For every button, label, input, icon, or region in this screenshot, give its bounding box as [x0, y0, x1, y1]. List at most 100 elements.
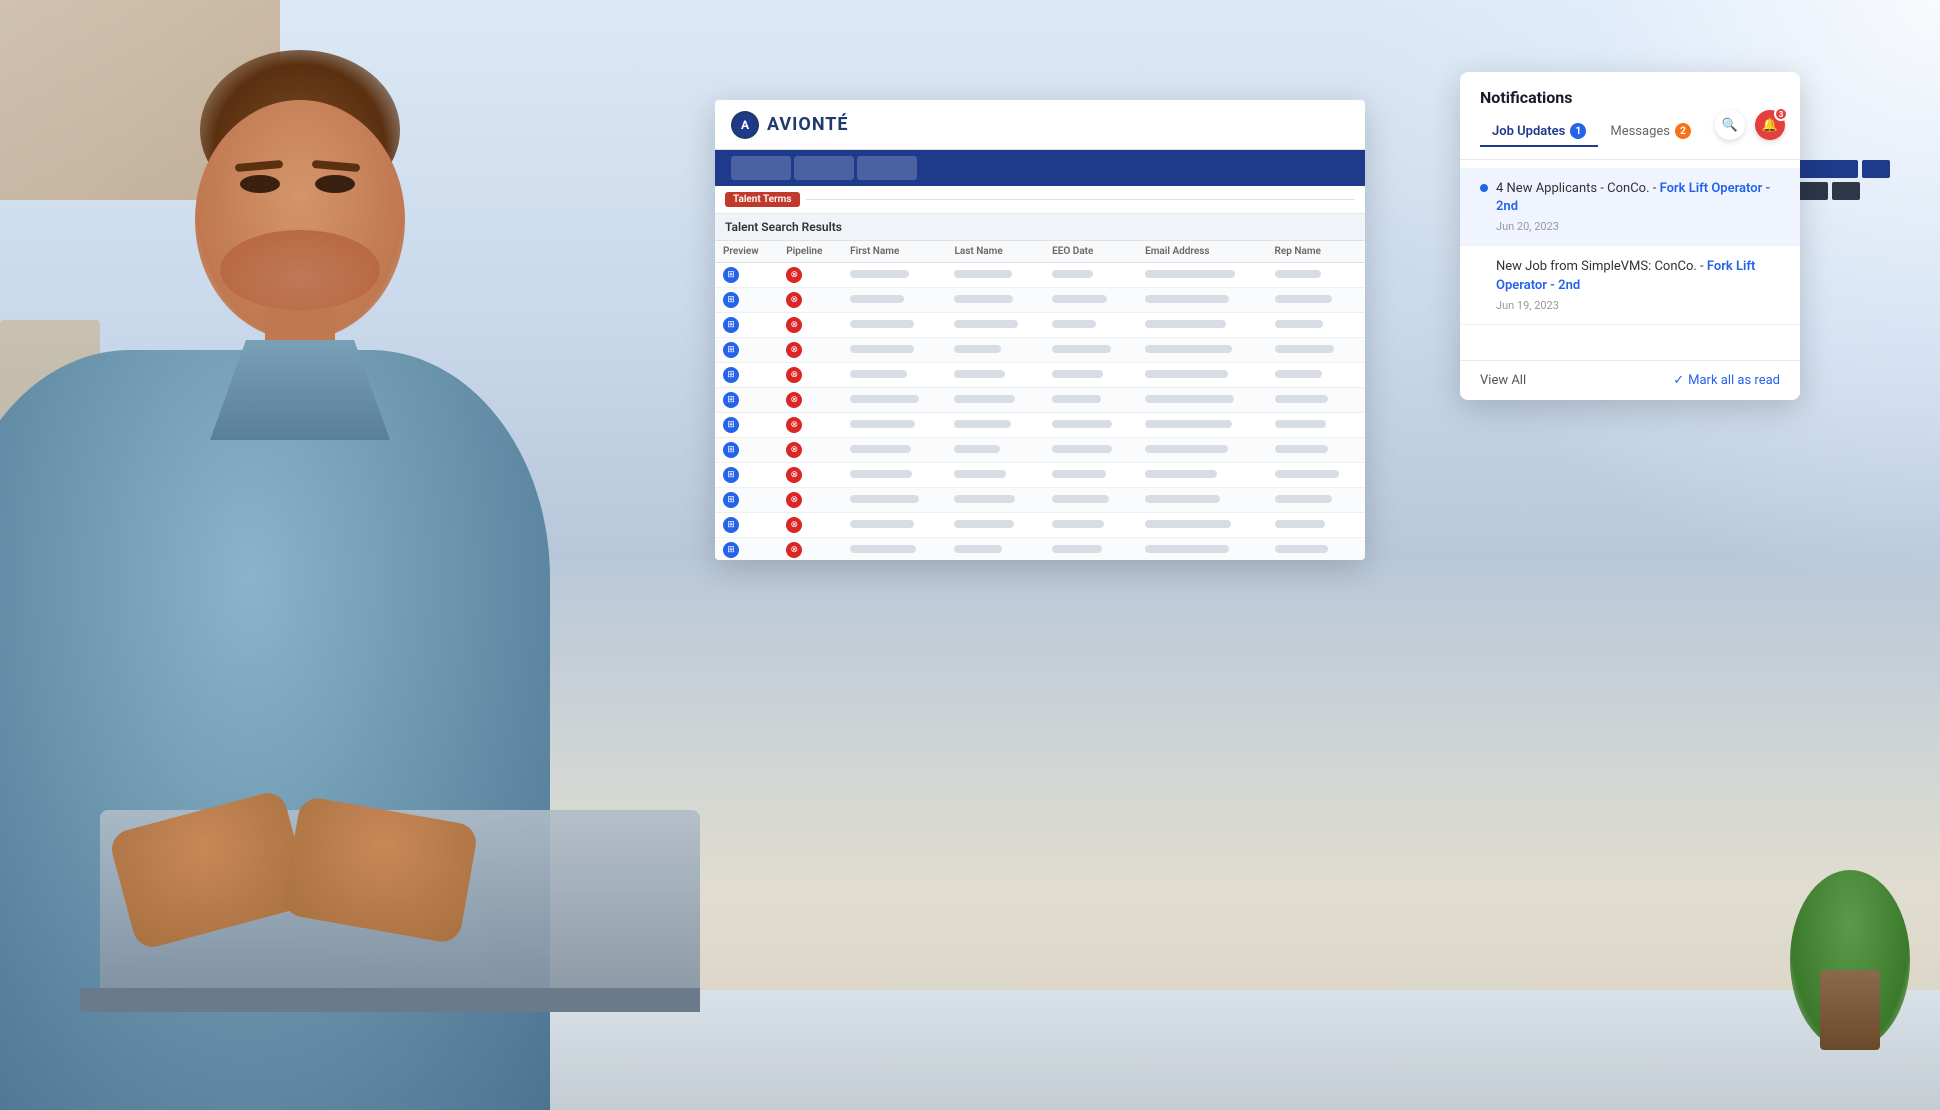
cell-pipeline[interactable]: ⊗ [778, 263, 842, 288]
cell-preview[interactable]: ⊞ [715, 463, 778, 488]
cell-preview[interactable]: ⊞ [715, 363, 778, 388]
cell-eeodate [1044, 413, 1137, 438]
app-logo: A AVIONTÉ [731, 111, 849, 139]
cell-repname [1267, 488, 1365, 513]
notification-items-list: 4 New Applicants - ConCo. - Fork Lift Op… [1460, 160, 1800, 360]
mark-all-read-link[interactable]: ✓ Mark all as read [1673, 373, 1780, 388]
cell-pipeline[interactable]: ⊗ [778, 538, 842, 561]
cell-preview[interactable]: ⊞ [715, 313, 778, 338]
cell-eeodate [1044, 313, 1137, 338]
table-row[interactable]: ⊞⊗ [715, 338, 1365, 363]
blue-blocks-decoration [1798, 160, 1890, 200]
cell-lastname [946, 388, 1044, 413]
cell-preview[interactable]: ⊞ [715, 513, 778, 538]
cell-pipeline[interactable]: ⊗ [778, 338, 842, 363]
cell-firstname [842, 388, 946, 413]
cell-pipeline[interactable]: ⊗ [778, 413, 842, 438]
table-row[interactable]: ⊞⊗ [715, 438, 1365, 463]
notification-bell-button[interactable]: 🔔 3 [1755, 110, 1785, 140]
cell-lastname [946, 363, 1044, 388]
table-row[interactable]: ⊞⊗ [715, 388, 1365, 413]
notification-item-2-text: New Job from SimpleVMS: ConCo. - Fork Li… [1496, 258, 1780, 294]
cell-preview[interactable]: ⊞ [715, 488, 778, 513]
cell-preview[interactable]: ⊞ [715, 413, 778, 438]
col-repname: Rep Name [1267, 241, 1365, 263]
tab-job-updates[interactable]: Job Updates 1 [1480, 117, 1598, 147]
cell-pipeline[interactable]: ⊗ [778, 388, 842, 413]
cell-email [1137, 463, 1266, 488]
col-pipeline: Pipeline [778, 241, 842, 263]
tab-job-updates-label: Job Updates [1492, 124, 1565, 139]
cell-pipeline[interactable]: ⊗ [778, 488, 842, 513]
cell-preview[interactable]: ⊞ [715, 438, 778, 463]
cell-lastname [946, 513, 1044, 538]
cell-lastname [946, 463, 1044, 488]
cell-email [1137, 263, 1266, 288]
cell-pipeline[interactable]: ⊗ [778, 313, 842, 338]
cell-pipeline[interactable]: ⊗ [778, 288, 842, 313]
search-button[interactable]: 🔍 [1715, 110, 1745, 140]
table-row[interactable]: ⊞⊗ [715, 413, 1365, 438]
table-row[interactable]: ⊞⊗ [715, 363, 1365, 388]
notification-item-2-date: Jun 19, 2023 [1496, 299, 1780, 312]
cell-pipeline[interactable]: ⊗ [778, 463, 842, 488]
talent-table: Preview Pipeline First Name Last Name EE… [715, 241, 1365, 560]
cell-lastname [946, 438, 1044, 463]
cell-preview[interactable]: ⊞ [715, 288, 778, 313]
cell-email [1137, 438, 1266, 463]
cell-repname [1267, 338, 1365, 363]
view-all-link[interactable]: View All [1480, 373, 1526, 388]
table-row[interactable]: ⊞⊗ [715, 263, 1365, 288]
table-row[interactable]: ⊞⊗ [715, 463, 1365, 488]
cell-pipeline[interactable]: ⊗ [778, 363, 842, 388]
col-lastname: Last Name [946, 241, 1044, 263]
unread-dot-1 [1480, 184, 1488, 192]
col-email: Email Address [1137, 241, 1266, 263]
talent-terms-bar: Talent Terms [715, 186, 1365, 214]
job-updates-badge: 1 [1570, 123, 1586, 139]
cell-lastname [946, 413, 1044, 438]
table-row[interactable]: ⊞⊗ [715, 313, 1365, 338]
cell-firstname [842, 288, 946, 313]
cell-preview[interactable]: ⊞ [715, 388, 778, 413]
cell-firstname [842, 363, 946, 388]
table-row[interactable]: ⊞⊗ [715, 538, 1365, 561]
notification-item-2-header: New Job from SimpleVMS: ConCo. - Fork Li… [1480, 258, 1780, 294]
notifications-title: Notifications [1480, 88, 1780, 107]
cell-repname [1267, 413, 1365, 438]
notification-item-2[interactable]: New Job from SimpleVMS: ConCo. - Fork Li… [1460, 246, 1800, 324]
app-nav-bar [715, 150, 1365, 186]
cell-repname [1267, 463, 1365, 488]
messages-badge: 2 [1675, 123, 1691, 139]
table-row[interactable]: ⊞⊗ [715, 513, 1365, 538]
cell-email [1137, 338, 1266, 363]
cell-pipeline[interactable]: ⊗ [778, 513, 842, 538]
cell-eeodate [1044, 363, 1137, 388]
cell-lastname [946, 288, 1044, 313]
top-right-icons: 🔍 🔔 3 [1715, 110, 1785, 140]
cell-lastname [946, 538, 1044, 561]
cell-pipeline[interactable]: ⊗ [778, 438, 842, 463]
cell-email [1137, 538, 1266, 561]
data-table-container[interactable]: Preview Pipeline First Name Last Name EE… [715, 241, 1365, 560]
cell-firstname [842, 313, 946, 338]
arms-on-laptop [120, 710, 520, 930]
cell-repname [1267, 263, 1365, 288]
cell-preview[interactable]: ⊞ [715, 263, 778, 288]
col-eeodate: EEO Date [1044, 241, 1137, 263]
logo-text: AVIONTÉ [767, 114, 849, 135]
cell-email [1137, 313, 1266, 338]
table-header-row: Talent Search Results [715, 214, 1365, 241]
avionte-app-window: A AVIONTÉ Talent Terms Talent Search Res… [715, 100, 1365, 560]
table-row[interactable]: ⊞⊗ [715, 488, 1365, 513]
person-photo [0, 0, 700, 1110]
tab-messages[interactable]: Messages 2 [1598, 117, 1703, 147]
tab-messages-label: Messages [1610, 124, 1670, 139]
talent-terms-tag: Talent Terms [725, 192, 800, 207]
cell-preview[interactable]: ⊞ [715, 338, 778, 363]
cell-preview[interactable]: ⊞ [715, 538, 778, 561]
cell-firstname [842, 438, 946, 463]
cell-repname [1267, 538, 1365, 561]
table-row[interactable]: ⊞⊗ [715, 288, 1365, 313]
notification-item-1[interactable]: 4 New Applicants - ConCo. - Fork Lift Op… [1460, 168, 1800, 246]
